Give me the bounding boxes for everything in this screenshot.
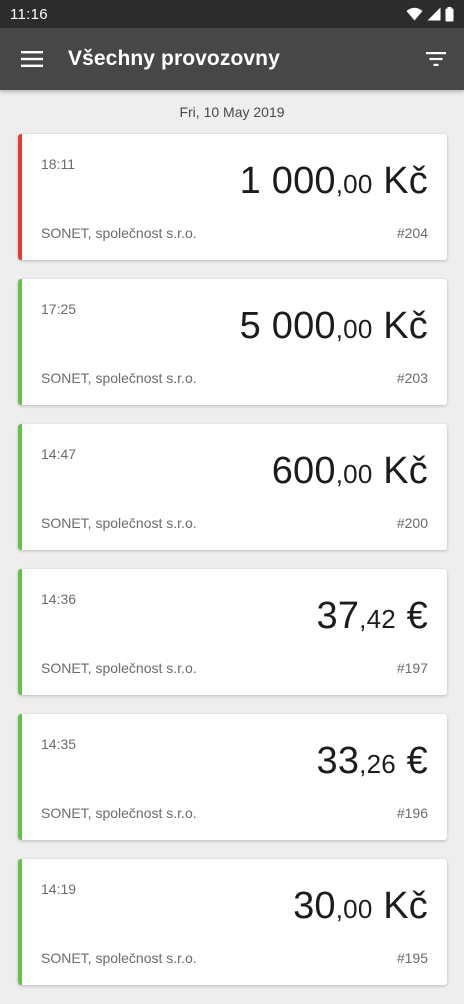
transaction-amount: 5 000,00 Kč xyxy=(240,305,428,348)
status-bar: 11:16 xyxy=(0,0,464,28)
company-name: SONET, společnost s.r.o. xyxy=(41,370,197,386)
transaction-time: 17:25 xyxy=(41,301,77,317)
transaction-amount: 1 000,00 Kč xyxy=(240,160,428,203)
status-stripe xyxy=(18,714,22,840)
signal-icon xyxy=(427,7,441,21)
amount-decimal: ,00 xyxy=(335,459,373,489)
transaction-card[interactable]: 14:19 30,00 Kč SONET, společnost s.r.o. … xyxy=(18,859,447,985)
amount-integer: 37 xyxy=(316,595,360,637)
amount-currency: Kč xyxy=(372,305,428,347)
amount-decimal: ,00 xyxy=(335,894,373,924)
menu-icon[interactable] xyxy=(20,47,44,71)
receipt-number: #195 xyxy=(396,950,428,966)
transaction-card[interactable]: 14:47 600,00 Kč SONET, společnost s.r.o.… xyxy=(18,424,447,550)
amount-decimal: ,26 xyxy=(359,749,396,779)
transaction-card[interactable]: 17:25 5 000,00 Kč SONET, společnost s.r.… xyxy=(18,279,447,405)
amount-currency: Kč xyxy=(372,160,428,202)
receipt-number: #196 xyxy=(396,805,428,821)
receipt-number: #203 xyxy=(396,370,428,386)
amount-integer: 30 xyxy=(293,885,336,927)
amount-integer: 5 000 xyxy=(239,305,336,347)
status-time: 11:16 xyxy=(10,5,48,23)
transaction-list: 18:11 1 000,00 Kč SONET, společnost s.r.… xyxy=(18,134,447,1004)
status-stripe xyxy=(18,279,22,405)
transaction-card[interactable]: 14:35 33,26 € SONET, společnost s.r.o. #… xyxy=(18,714,447,840)
amount-decimal: ,00 xyxy=(335,314,373,344)
amount-integer: 600 xyxy=(271,450,336,492)
receipt-number: #197 xyxy=(396,660,428,676)
date-header: Fri, 10 May 2019 xyxy=(179,104,285,120)
transaction-amount: 37,42 € xyxy=(316,595,428,638)
company-name: SONET, společnost s.r.o. xyxy=(41,805,197,821)
receipt-number: #204 xyxy=(396,225,428,241)
transaction-card[interactable]: 18:11 1 000,00 Kč SONET, společnost s.r.… xyxy=(18,134,447,260)
transaction-time: 14:35 xyxy=(41,736,77,752)
transaction-time: 14:47 xyxy=(41,446,77,462)
amount-integer: 1 000 xyxy=(239,160,336,202)
page-title: Všechny provozovny xyxy=(68,47,280,70)
transaction-amount: 33,26 € xyxy=(316,740,428,783)
amount-integer: 33 xyxy=(316,740,360,782)
transaction-time: 18:11 xyxy=(41,156,75,172)
company-name: SONET, společnost s.r.o. xyxy=(41,950,197,966)
transaction-time: 14:19 xyxy=(41,881,77,897)
transaction-time: 14:36 xyxy=(41,591,77,607)
status-stripe xyxy=(18,134,22,260)
status-stripe xyxy=(18,424,22,550)
amount-decimal: ,00 xyxy=(335,169,373,199)
amount-currency: € xyxy=(395,740,428,782)
status-stripe xyxy=(18,569,22,695)
wifi-icon xyxy=(406,7,423,21)
company-name: SONET, společnost s.r.o. xyxy=(41,225,197,241)
company-name: SONET, společnost s.r.o. xyxy=(41,660,197,676)
amount-decimal: ,42 xyxy=(359,604,396,634)
amount-currency: Kč xyxy=(372,450,428,492)
app-bar: Všechny provozovny xyxy=(0,28,464,90)
status-stripe xyxy=(18,859,22,985)
battery-icon xyxy=(445,6,454,22)
company-name: SONET, společnost s.r.o. xyxy=(41,515,197,531)
amount-currency: € xyxy=(395,595,428,637)
transaction-amount: 30,00 Kč xyxy=(293,885,428,928)
transaction-card[interactable]: 14:36 37,42 € SONET, společnost s.r.o. #… xyxy=(18,569,447,695)
receipt-number: #200 xyxy=(396,515,428,531)
status-icons xyxy=(406,6,454,22)
transaction-amount: 600,00 Kč xyxy=(272,450,428,493)
filter-icon[interactable] xyxy=(424,47,448,71)
amount-currency: Kč xyxy=(372,885,428,927)
